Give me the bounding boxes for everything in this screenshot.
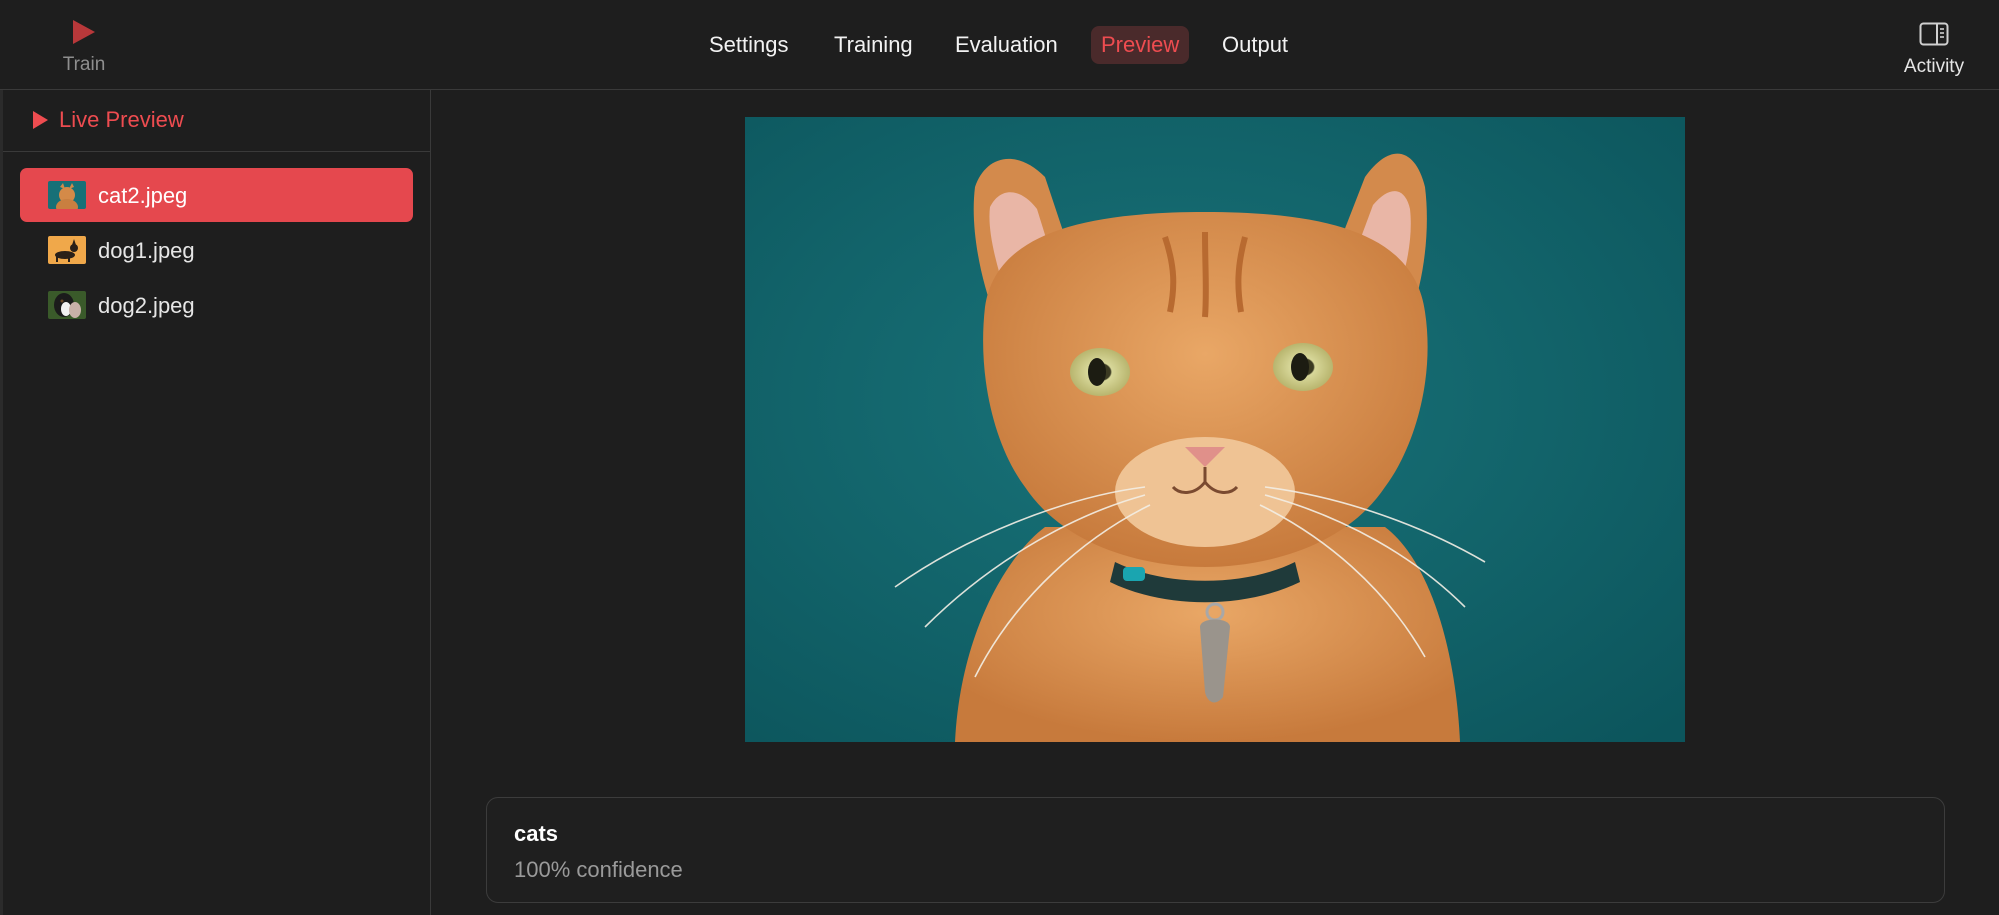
- sidebar-toggle-icon: [1919, 22, 1949, 46]
- toolbar: Train Settings Training Evaluation Previ…: [0, 0, 1999, 90]
- tab-preview[interactable]: Preview: [1091, 26, 1190, 64]
- cat-thumbnail: [48, 181, 86, 209]
- prediction-result-card: cats 100% confidence: [486, 797, 1945, 903]
- dog-thumbnail: [48, 236, 86, 264]
- activity-button[interactable]: Activity: [1892, 18, 1976, 84]
- tab-output[interactable]: Output: [1212, 26, 1298, 64]
- prediction-label: cats: [514, 821, 559, 846]
- sidebar: Live Preview cat2.jpeg dog1.jpeg dog2.jp…: [3, 90, 431, 915]
- tab-evaluation[interactable]: Evaluation: [945, 26, 1068, 64]
- file-item-dog2[interactable]: dog2.jpeg: [20, 278, 413, 332]
- file-item-cat2[interactable]: cat2.jpeg: [20, 168, 413, 222]
- file-name: cat2.jpeg: [98, 183, 188, 208]
- dog-thumbnail: [48, 291, 86, 319]
- tab-bar: Settings Training Evaluation Preview Out…: [0, 26, 1999, 64]
- prediction-confidence: 100% confidence: [514, 857, 683, 882]
- file-name: dog1.jpeg: [98, 238, 195, 263]
- file-item-dog1[interactable]: dog1.jpeg: [20, 223, 413, 277]
- tab-training[interactable]: Training: [824, 26, 923, 64]
- tab-settings[interactable]: Settings: [699, 26, 799, 64]
- play-icon: [33, 111, 48, 129]
- live-preview-label: Live Preview: [59, 107, 184, 132]
- cat-photo: [745, 117, 1685, 742]
- preview-image: [745, 117, 1685, 742]
- live-preview-button[interactable]: Live Preview: [3, 90, 430, 152]
- file-name: dog2.jpeg: [98, 293, 195, 318]
- activity-label: Activity: [1903, 56, 1965, 77]
